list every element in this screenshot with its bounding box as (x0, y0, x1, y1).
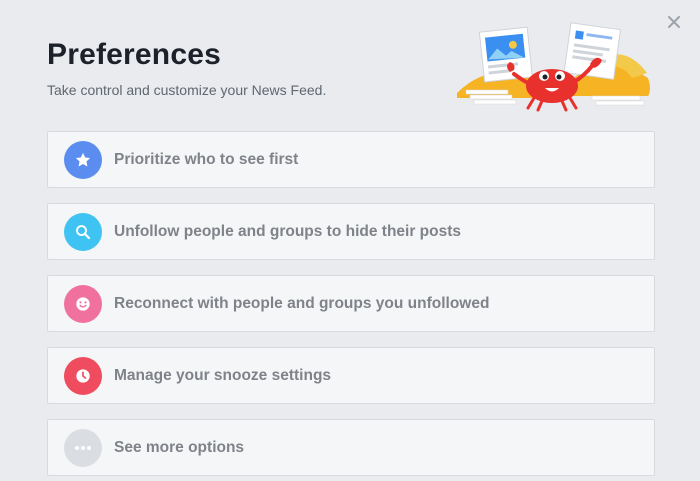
prioritize-option[interactable]: Prioritize who to see first (47, 131, 655, 188)
crab-illustration (457, 22, 650, 112)
option-label: Unfollow people and groups to hide their… (114, 222, 462, 240)
snooze-option[interactable]: Manage your snooze settings (47, 347, 655, 404)
option-label: Manage your snooze settings (114, 366, 332, 384)
smile-icon (64, 284, 102, 323)
preferences-list: Prioritize who to see first Unfollow peo… (47, 131, 655, 481)
clock-icon (64, 356, 102, 395)
page-title: Preferences (47, 38, 221, 71)
preferences-dialog: Preferences Take control and customize y… (0, 0, 700, 481)
star-icon (64, 140, 102, 179)
page-subtitle: Take control and customize your News Fee… (47, 82, 327, 98)
option-label: Prioritize who to see first (114, 150, 299, 168)
option-label: Reconnect with people and groups you unf… (114, 294, 490, 312)
more-options[interactable]: See more options (47, 419, 655, 476)
close-icon[interactable] (666, 14, 682, 30)
unfollow-option[interactable]: Unfollow people and groups to hide their… (47, 203, 655, 260)
more-icon (64, 428, 102, 467)
search-icon (64, 212, 102, 251)
option-label: See more options (114, 438, 245, 456)
reconnect-option[interactable]: Reconnect with people and groups you unf… (47, 275, 655, 332)
